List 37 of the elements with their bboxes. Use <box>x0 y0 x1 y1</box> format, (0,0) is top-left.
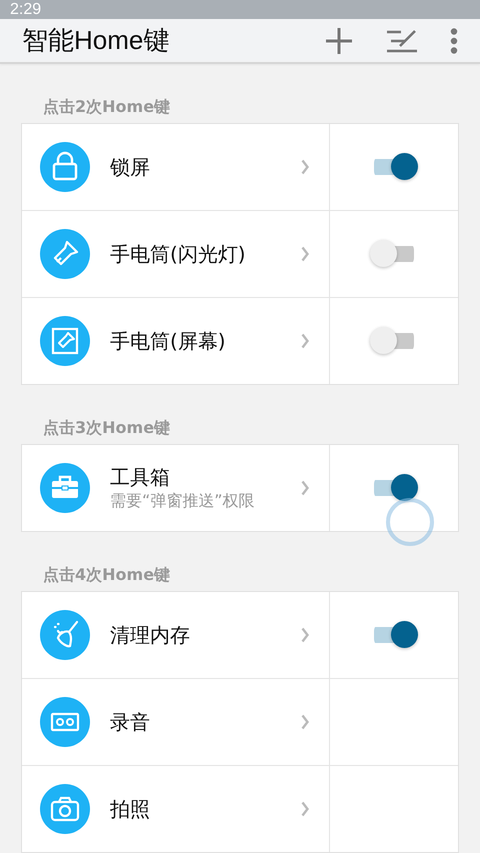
setting-row[interactable]: 锁屏 <box>22 124 330 210</box>
status-time: 2:29 <box>10 0 42 19</box>
setting-label: 录音 <box>110 709 151 735</box>
chevron-icon <box>301 480 309 496</box>
chevron-icon <box>301 333 309 349</box>
chevron-icon <box>301 801 309 817</box>
setting-label: 手电筒(闪光灯) <box>110 241 247 267</box>
chevron-icon <box>301 627 309 643</box>
setting-label: 锁屏 <box>110 154 151 180</box>
toolbox-icon <box>40 463 90 513</box>
setting-label: 工具箱 <box>110 464 171 490</box>
section-header: 点击4次Home键 <box>42 564 170 586</box>
setting-row[interactable]: 拍照 <box>22 766 330 852</box>
chevron-icon <box>301 246 309 262</box>
flashlight-frame-icon <box>40 316 90 366</box>
section-header: 点击2次Home键 <box>42 96 170 118</box>
section-header: 点击3次Home键 <box>42 417 170 439</box>
flashlight-icon <box>40 229 90 279</box>
setting-row[interactable]: 手电筒(闪光灯) <box>22 211 330 297</box>
setting-row[interactable]: 工具箱 需要“弹窗推送”权限 <box>22 445 330 531</box>
setting-subtitle: 需要“弹窗推送”权限 <box>110 490 256 512</box>
chevron-icon <box>301 159 309 175</box>
chevron-icon <box>301 714 309 730</box>
setting-row[interactable]: 清理内存 <box>22 592 330 678</box>
setting-row[interactable]: 录音 <box>22 679 330 765</box>
app-title: 智能Home键 <box>22 24 170 58</box>
setting-label: 手电筒(屏幕) <box>110 328 227 354</box>
setting-label: 拍照 <box>110 796 151 822</box>
padlock-icon <box>40 142 90 192</box>
cassette-icon <box>40 697 90 747</box>
more-icon[interactable] <box>450 28 458 54</box>
camera-icon <box>40 784 90 834</box>
setting-label: 清理内存 <box>110 622 191 648</box>
add-icon[interactable] <box>324 26 354 56</box>
edit-list-icon[interactable] <box>386 28 418 54</box>
broom-icon <box>40 610 90 660</box>
setting-row[interactable]: 手电筒(屏幕) <box>22 298 330 384</box>
